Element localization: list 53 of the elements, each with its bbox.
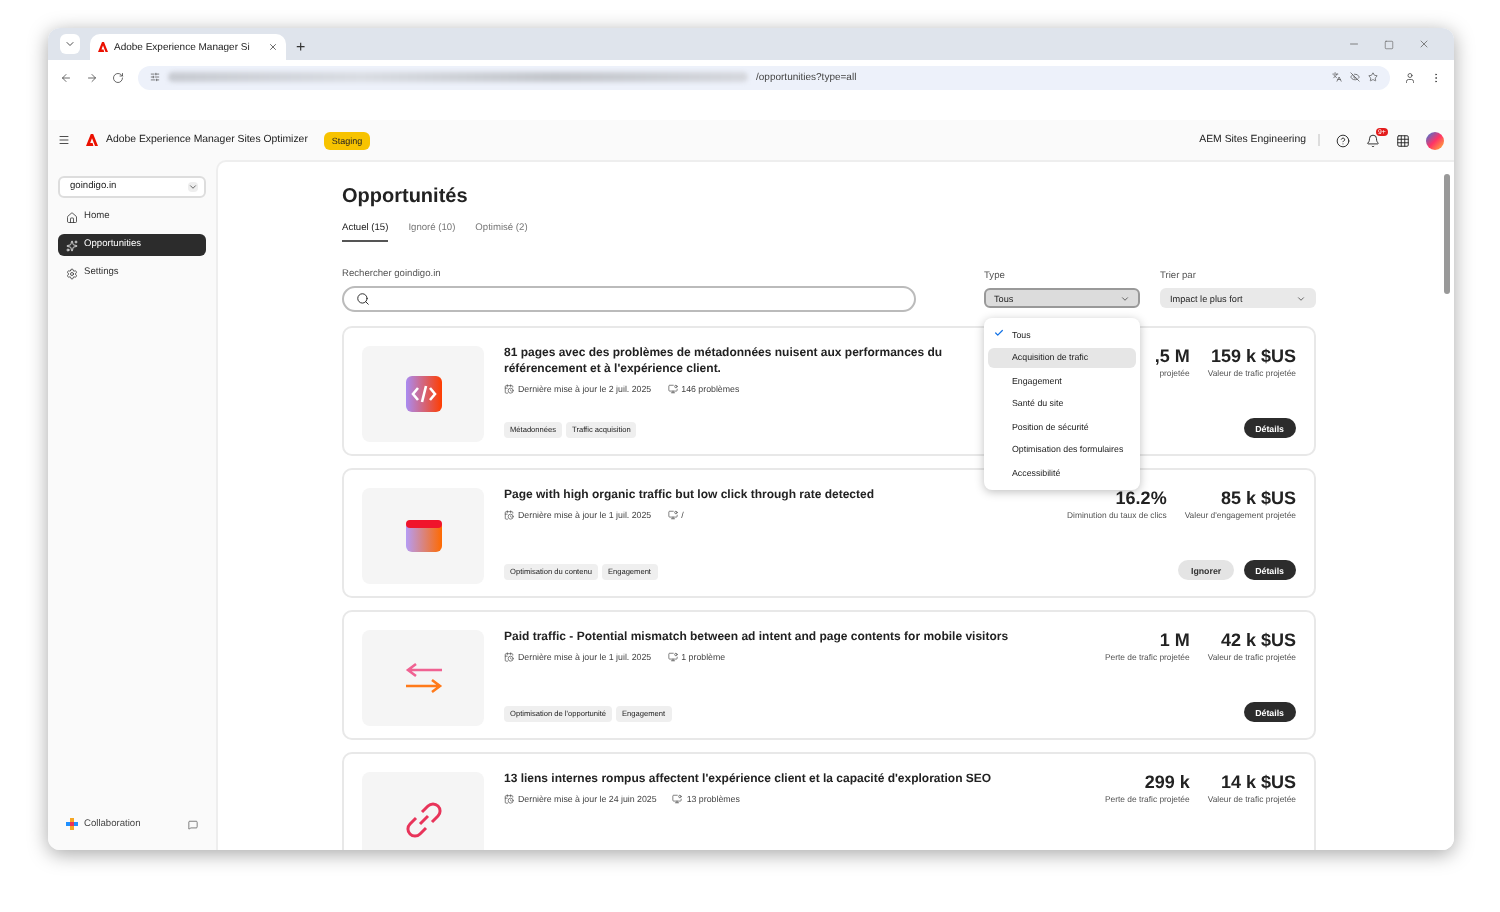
scrollbar[interactable] (1444, 174, 1450, 294)
site-settings-icon (150, 72, 160, 82)
maximize-icon (1384, 39, 1394, 49)
back-icon (60, 71, 72, 83)
sparkle-icon (66, 239, 78, 251)
forward-icon (86, 71, 98, 83)
menu-icon (58, 134, 70, 146)
star-icon (1368, 72, 1378, 82)
metric-value: 42 k $US (1220, 630, 1296, 650)
home-icon (66, 211, 78, 223)
metric-value: 85 k $US (1220, 488, 1296, 508)
code-icon (405, 376, 441, 412)
translate-icon (1332, 72, 1342, 82)
browser-window-icon (405, 520, 441, 552)
reload-icon (112, 71, 124, 83)
tab-list-button[interactable] (60, 34, 80, 54)
settings-icon (66, 267, 78, 279)
plus-logo-icon (66, 818, 78, 830)
minimize-icon (1348, 38, 1360, 50)
chat-icon (188, 819, 198, 829)
chevron-down-icon (1296, 293, 1306, 303)
logo-icon (86, 134, 98, 146)
chevron-down-icon (64, 38, 76, 50)
calendar-icon (504, 384, 514, 395)
metric-value: 299 k (1144, 772, 1190, 792)
eye-off-icon (1350, 72, 1360, 82)
metric-value: 14 k $US (1220, 772, 1296, 792)
metric-value: ,5 M (1154, 346, 1190, 366)
chevron-down-icon (1120, 293, 1130, 303)
calendar-icon (504, 510, 514, 521)
close-icon (1418, 38, 1430, 50)
profile-icon (1404, 71, 1416, 83)
metric-value: 16.2% (1115, 488, 1167, 508)
metric-value: 159 k $US (1210, 346, 1296, 366)
calendar-icon (504, 652, 514, 663)
help-icon (1336, 133, 1350, 147)
page-title: Opportunités (342, 186, 470, 208)
avatar[interactable] (1426, 131, 1444, 149)
apps-grid-icon (1396, 133, 1410, 147)
logo-icon (98, 42, 108, 52)
metric-value: 1 M (1159, 630, 1190, 650)
issues-icon (667, 384, 678, 395)
search-field[interactable] (342, 286, 916, 312)
chain-link-icon (405, 802, 441, 838)
issues-icon (672, 794, 683, 805)
new-tab-button[interactable]: + (296, 38, 306, 56)
calendar-icon (504, 794, 514, 805)
issues-icon (667, 510, 678, 521)
chevron-down-icon (188, 182, 198, 192)
bell-icon (1366, 133, 1380, 147)
issues-icon (667, 652, 678, 663)
search-icon (356, 292, 370, 306)
two-way-arrows-icon (403, 662, 443, 694)
